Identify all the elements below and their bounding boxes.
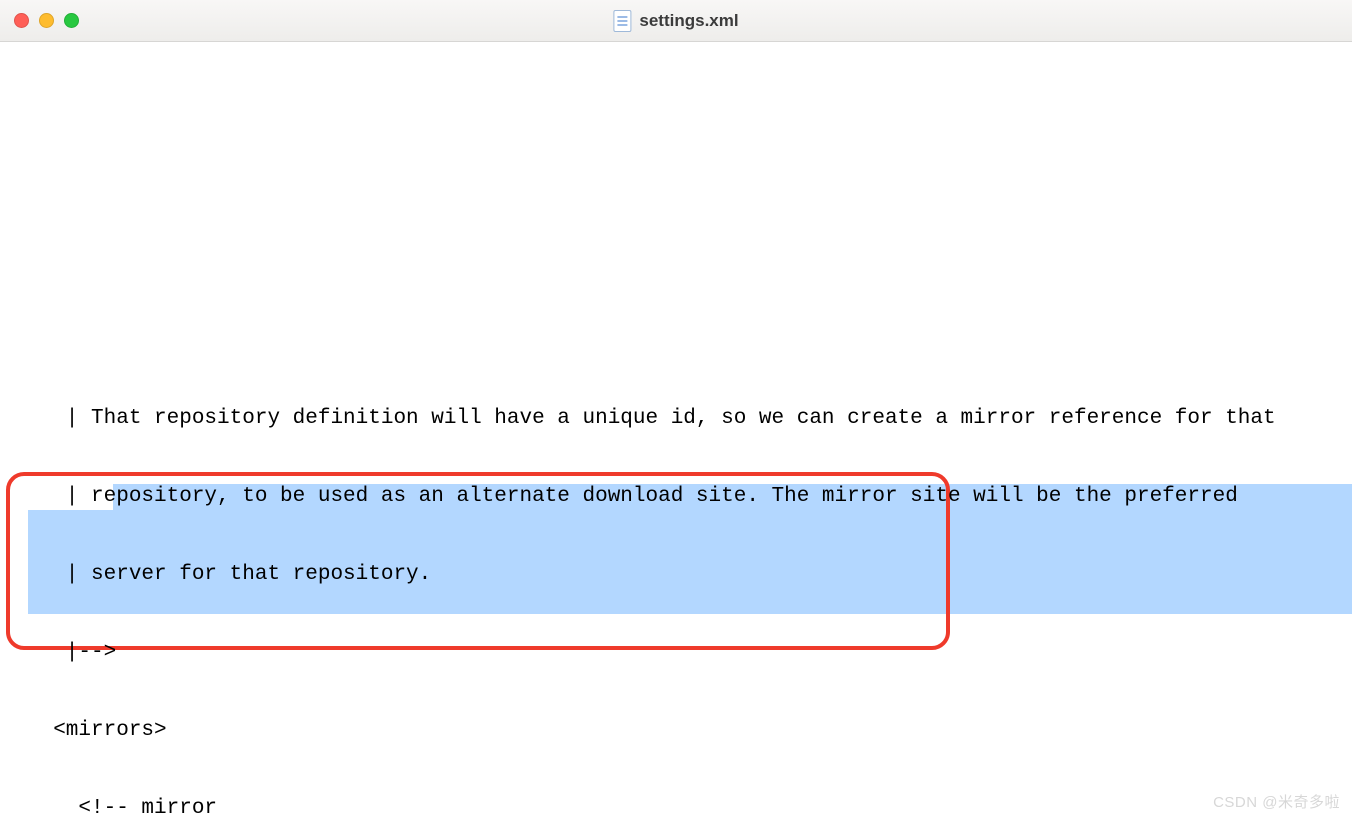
code-line[interactable]: | repository, to be used as an alternate…	[0, 484, 1352, 510]
code-line[interactable]: | That repository definition will have a…	[0, 406, 1352, 432]
window-controls	[14, 13, 79, 28]
watermark: CSDN @米奇多啦	[1213, 791, 1340, 812]
code-line[interactable]: |-->	[0, 640, 1352, 666]
window-titlebar: settings.xml	[0, 0, 1352, 42]
zoom-button[interactable]	[64, 13, 79, 28]
code-line[interactable]: | server for that repository.	[0, 562, 1352, 588]
window-title-text: settings.xml	[639, 11, 738, 31]
minimize-button[interactable]	[39, 13, 54, 28]
document-icon	[613, 10, 631, 32]
code-line[interactable]: <mirrors>	[0, 718, 1352, 744]
code-line[interactable]: <!-- mirror	[0, 796, 1352, 820]
text-editor[interactable]: | That repository definition will have a…	[0, 42, 1352, 820]
close-button[interactable]	[14, 13, 29, 28]
window-title: settings.xml	[613, 10, 738, 32]
